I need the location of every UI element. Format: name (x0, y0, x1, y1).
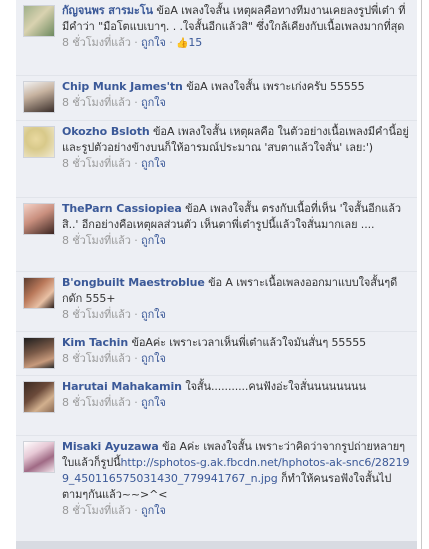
comment-time[interactable]: 8 ชั่วโมงที่แล้ว (62, 352, 131, 365)
comment-time[interactable]: 8 ชั่วโมงที่แล้ว (62, 234, 131, 247)
comment-item: Chip Munk James'tn ข้อA เพลงใจสั้น เพราะ… (16, 76, 417, 121)
comment-author[interactable]: Okozho Bsloth (62, 125, 150, 138)
comments-panel: กัญจนพร สารมะโน ข้อA เพลงใจสั้น เหตุผลคื… (16, 0, 417, 549)
comment-meta: 8 ชั่วโมงที่แล้ว · ถูกใจ (62, 234, 166, 247)
comment-time[interactable]: 8 ชั่วโมงที่แล้ว (62, 396, 131, 409)
avatar[interactable] (23, 277, 55, 309)
avatar[interactable] (23, 126, 55, 158)
comment-item: TheParn Cassiopiea ข้อA เพลงใจสั้น ตรงกั… (16, 198, 417, 272)
comment-text: ข้อAค่ะ เพราะเวลาเห็นพี่เต๋าแล้วใจมันสั่… (131, 336, 367, 349)
avatar[interactable] (23, 441, 55, 473)
comment-item: Kim Tachin ข้อAค่ะ เพราะเวลาเห็นพี่เต๋าแ… (16, 332, 417, 376)
comment-author[interactable]: TheParn Cassiopiea (62, 202, 182, 215)
like-link[interactable]: ถูกใจ (141, 352, 166, 365)
comment-item: B'ongbuilt Maestroblue ข้อ A เพราะเนื้อเ… (16, 272, 417, 332)
comment-meta: 8 ชั่วโมงที่แล้ว · ถูกใจ (62, 352, 166, 365)
like-link[interactable]: ถูกใจ (141, 96, 166, 109)
comment-author[interactable]: Misaki Ayuzawa (62, 440, 159, 453)
comment-author[interactable]: Chip Munk James'tn (62, 80, 183, 93)
comment-time[interactable]: 8 ชั่วโมงที่แล้ว (62, 308, 131, 321)
comment-meta: 8 ชั่วโมงที่แล้ว · ถูกใจ (62, 157, 166, 170)
avatar[interactable] (23, 203, 55, 235)
comment-meta: 8 ชั่วโมงที่แล้ว · ถูกใจ (62, 396, 166, 409)
comment-author[interactable]: กัญจนพร สารมะโน (62, 4, 153, 17)
avatar[interactable] (23, 337, 55, 369)
comment-item: Okozho Bsloth ข้อA เพลงใจสั้น เหตุผลคือ … (16, 121, 417, 198)
like-count[interactable]: 👍15 (176, 36, 202, 49)
comment-time[interactable]: 8 ชั่วโมงที่แล้ว (62, 157, 131, 170)
comment-meta: 8 ชั่วโมงที่แล้ว · ถูกใจ (62, 308, 166, 321)
comment-text: ข้อA เพลงใจสั้น เพราะเก่งครับ 55555 (186, 80, 365, 93)
comment-text: ใจสั้น...........คนฟังอ่ะใจสั่นนนนนนนน (185, 380, 366, 393)
page-edge (421, 0, 429, 549)
comment-item: กัญจนพร สารมะโน ข้อA เพลงใจสั้น เหตุผลคื… (16, 0, 417, 76)
avatar[interactable] (23, 81, 55, 113)
thumbs-up-icon: 👍 (176, 38, 189, 49)
avatar[interactable] (23, 381, 55, 413)
comment-author[interactable]: Harutai Mahakamin (62, 380, 182, 393)
comment-meta: 8 ชั่วโมงที่แล้ว · ถูกใจ · 👍15 (62, 35, 412, 52)
comment-meta: 8 ชั่วโมงที่แล้ว · ถูกใจ (62, 96, 166, 109)
like-link[interactable]: ถูกใจ (141, 157, 166, 170)
comment-time[interactable]: 8 ชั่วโมงที่แล้ว (62, 504, 131, 517)
bottom-edge (16, 541, 417, 549)
like-link[interactable]: ถูกใจ (141, 36, 166, 49)
like-link[interactable]: ถูกใจ (141, 308, 166, 321)
comment-time[interactable]: 8 ชั่วโมงที่แล้ว (62, 96, 131, 109)
comment-author[interactable]: Kim Tachin (62, 336, 128, 349)
comment-author[interactable]: B'ongbuilt Maestroblue (62, 276, 205, 289)
comment-item: Misaki Ayuzawa ข้อ Aค่ะ เพลงใจสั้น เพราะ… (16, 436, 417, 541)
like-link[interactable]: ถูกใจ (141, 396, 166, 409)
comment-item: Harutai Mahakamin ใจสั้น...........คนฟัง… (16, 376, 417, 436)
comment-meta: 8 ชั่วโมงที่แล้ว · ถูกใจ (62, 504, 166, 517)
like-link[interactable]: ถูกใจ (141, 504, 166, 517)
avatar[interactable] (23, 5, 55, 37)
comment-time[interactable]: 8 ชั่วโมงที่แล้ว (62, 36, 131, 49)
like-link[interactable]: ถูกใจ (141, 234, 166, 247)
